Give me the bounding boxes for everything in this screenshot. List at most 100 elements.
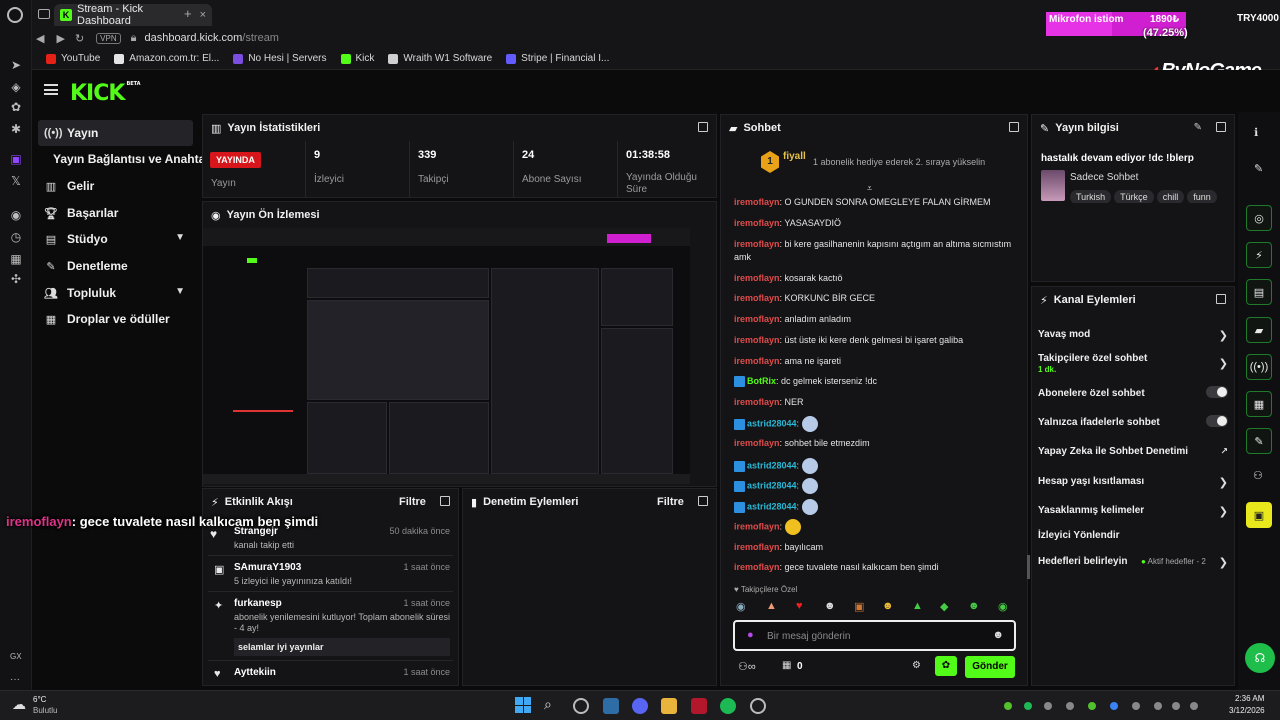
category-thumbnail[interactable] (1041, 170, 1065, 201)
chat-username[interactable]: iremoflayn (734, 356, 780, 366)
arrow-icon[interactable]: ➤ (7, 56, 25, 74)
chat-username[interactable]: iremoflayn (734, 218, 780, 228)
tag-chip[interactable]: Turkish (1070, 190, 1112, 203)
stream-preview-video[interactable] (203, 228, 690, 484)
chat-username[interactable]: iremoflayn (734, 521, 780, 531)
forward-icon[interactable]: ▶ (56, 32, 64, 45)
emote-icon[interactable]: ☻ (882, 600, 894, 612)
kick-logo[interactable]: KICK BETA (70, 81, 141, 106)
bluetooth-icon[interactable] (1110, 702, 1118, 710)
tool-button[interactable]: ((•)) (1246, 354, 1272, 380)
pinned-user[interactable]: fiyall (783, 151, 806, 162)
tray-icon[interactable] (1004, 702, 1012, 710)
chat-username[interactable]: iremoflayn (734, 293, 780, 303)
compass-icon[interactable]: ◈ (7, 78, 25, 96)
bookmark[interactable]: Amazon.com.tr: El... (114, 53, 219, 64)
channel-action-subs-only[interactable]: Abonelere özel sohbet (1038, 386, 1228, 399)
channel-action-raid[interactable]: İzleyici Yönlendir (1038, 530, 1228, 541)
more-icon[interactable]: ··· (10, 674, 20, 685)
bookmark[interactable]: Kick (340, 53, 374, 64)
chat-username[interactable]: astrid28044 (747, 480, 797, 490)
x-icon[interactable]: 𝕏 (7, 172, 25, 190)
steam-icon[interactable] (603, 698, 619, 714)
emote-icon[interactable]: ◉ (998, 600, 1008, 613)
users-icon[interactable]: ⚇∞ (738, 660, 756, 673)
chat-username[interactable]: BotRix (747, 376, 776, 386)
mic-icon[interactable] (1172, 702, 1180, 710)
channel-action-goals[interactable]: Hedefleri belirleyin ● Aktif hedefler - 2… (1038, 556, 1228, 569)
reload-icon[interactable]: ↻ (75, 32, 84, 45)
extension-icon[interactable]: ✣ (7, 270, 25, 288)
popout-icon[interactable] (698, 122, 708, 132)
back-icon[interactable]: ◀ (36, 32, 44, 45)
spotify-icon[interactable]: ◉ (7, 206, 25, 224)
collapse-icon[interactable]: ⩡ (867, 183, 872, 194)
popout-icon[interactable] (1216, 122, 1226, 132)
chat-username[interactable]: iremoflayn (734, 273, 780, 283)
gear-icon[interactable]: ⚙ (912, 660, 921, 671)
tray-icon[interactable] (1154, 702, 1162, 710)
channel-action-banned-words[interactable]: Yasaklanmış kelimeler ❯ (1038, 505, 1228, 518)
emote-icon[interactable]: ▣ (854, 600, 864, 613)
tab-overview-icon[interactable] (38, 9, 50, 19)
tray-icon[interactable] (1024, 702, 1032, 710)
filter-button[interactable]: Filtre (657, 496, 684, 508)
edit-icon[interactable]: ✎ (1194, 122, 1202, 133)
chat-username[interactable]: iremoflayn (734, 197, 780, 207)
emote-icon[interactable]: ◆ (940, 600, 948, 613)
chat-username[interactable]: iremoflayn (734, 397, 780, 407)
opera-logo-icon[interactable] (7, 7, 23, 23)
bookmark[interactable]: Wraith W1 Software (388, 53, 492, 64)
nav-item-topluluk[interactable]: 👥︎ Topluluk ▼ (38, 280, 193, 306)
tag-chip[interactable]: chill (1156, 190, 1185, 203)
nav-item-gelir[interactable]: ▥ Gelir (38, 173, 193, 199)
popout-icon[interactable] (1216, 294, 1226, 304)
tag-chip[interactable]: funn (1187, 190, 1217, 203)
toggle-switch[interactable] (1206, 386, 1228, 398)
tray-icon[interactable] (1132, 702, 1140, 710)
tool-button[interactable]: ▰ (1246, 317, 1272, 343)
chat-username[interactable]: iremoflayn (734, 542, 780, 552)
chat-username[interactable]: astrid28044 (747, 418, 797, 428)
new-tab-icon[interactable]: + (184, 6, 192, 21)
opera-gx-taskbar-icon[interactable] (573, 698, 589, 714)
emoji-icon[interactable]: ☻ (992, 629, 1004, 641)
popout-icon[interactable] (698, 496, 708, 506)
emote-icon[interactable]: ◉ (736, 600, 746, 613)
channel-action-ai-moderation[interactable]: Yapay Zeka ile Sohbet Denetimi ↗ (1038, 446, 1228, 457)
tool-button[interactable]: ▤ (1246, 279, 1272, 305)
spark-icon[interactable]: ✱ (7, 120, 25, 138)
chat-username[interactable]: iremoflayn (734, 314, 780, 324)
chat-username[interactable]: iremoflayn (734, 335, 780, 345)
tool-button[interactable]: ⚡︎ (1246, 242, 1272, 268)
chat-username[interactable]: iremoflayn (734, 562, 780, 572)
tray-icon[interactable] (1044, 702, 1052, 710)
chevron-down-icon[interactable]: ▼ (175, 232, 185, 243)
chat-username[interactable]: iremoflayn (734, 239, 780, 249)
users-icon[interactable]: ⚇ (1253, 469, 1263, 482)
app-icon[interactable] (691, 698, 707, 714)
tag-chip[interactable]: Türkçe (1114, 190, 1154, 203)
toggle-switch[interactable] (1206, 415, 1228, 427)
chat-username[interactable]: astrid28044 (747, 460, 797, 470)
chevron-down-icon[interactable]: ▼ (175, 286, 185, 297)
tool-button[interactable]: ◎ (1246, 205, 1272, 231)
folder-icon[interactable] (661, 698, 677, 714)
nav-item-yayin[interactable]: ((•)) Yayın (38, 120, 193, 146)
bookmark[interactable]: Stripe | Financial I... (506, 53, 609, 64)
search-icon[interactable]: ⌕ (544, 696, 552, 713)
tool-button-highlight[interactable]: ▣ (1246, 502, 1272, 528)
emote-icon[interactable]: ☻ (968, 600, 980, 612)
url-field[interactable]: dashboard.kick.com/stream (144, 32, 279, 44)
spotify-icon[interactable] (720, 698, 736, 714)
chat-username[interactable]: iremoflayn (734, 438, 780, 448)
nav-item-studyo[interactable]: ▤ Stüdyo ▼ (38, 226, 193, 252)
emote-icon[interactable]: ▲ (766, 600, 777, 612)
cube-icon[interactable]: ▦ (7, 250, 25, 268)
popout-icon[interactable] (440, 496, 450, 506)
cloud-icon[interactable]: ☁ (12, 696, 26, 713)
tool-button[interactable]: ▦ (1246, 391, 1272, 417)
tray-icon[interactable] (1066, 702, 1074, 710)
chat-username[interactable]: astrid28044 (747, 501, 797, 511)
mic-icon[interactable]: ● (747, 629, 754, 641)
